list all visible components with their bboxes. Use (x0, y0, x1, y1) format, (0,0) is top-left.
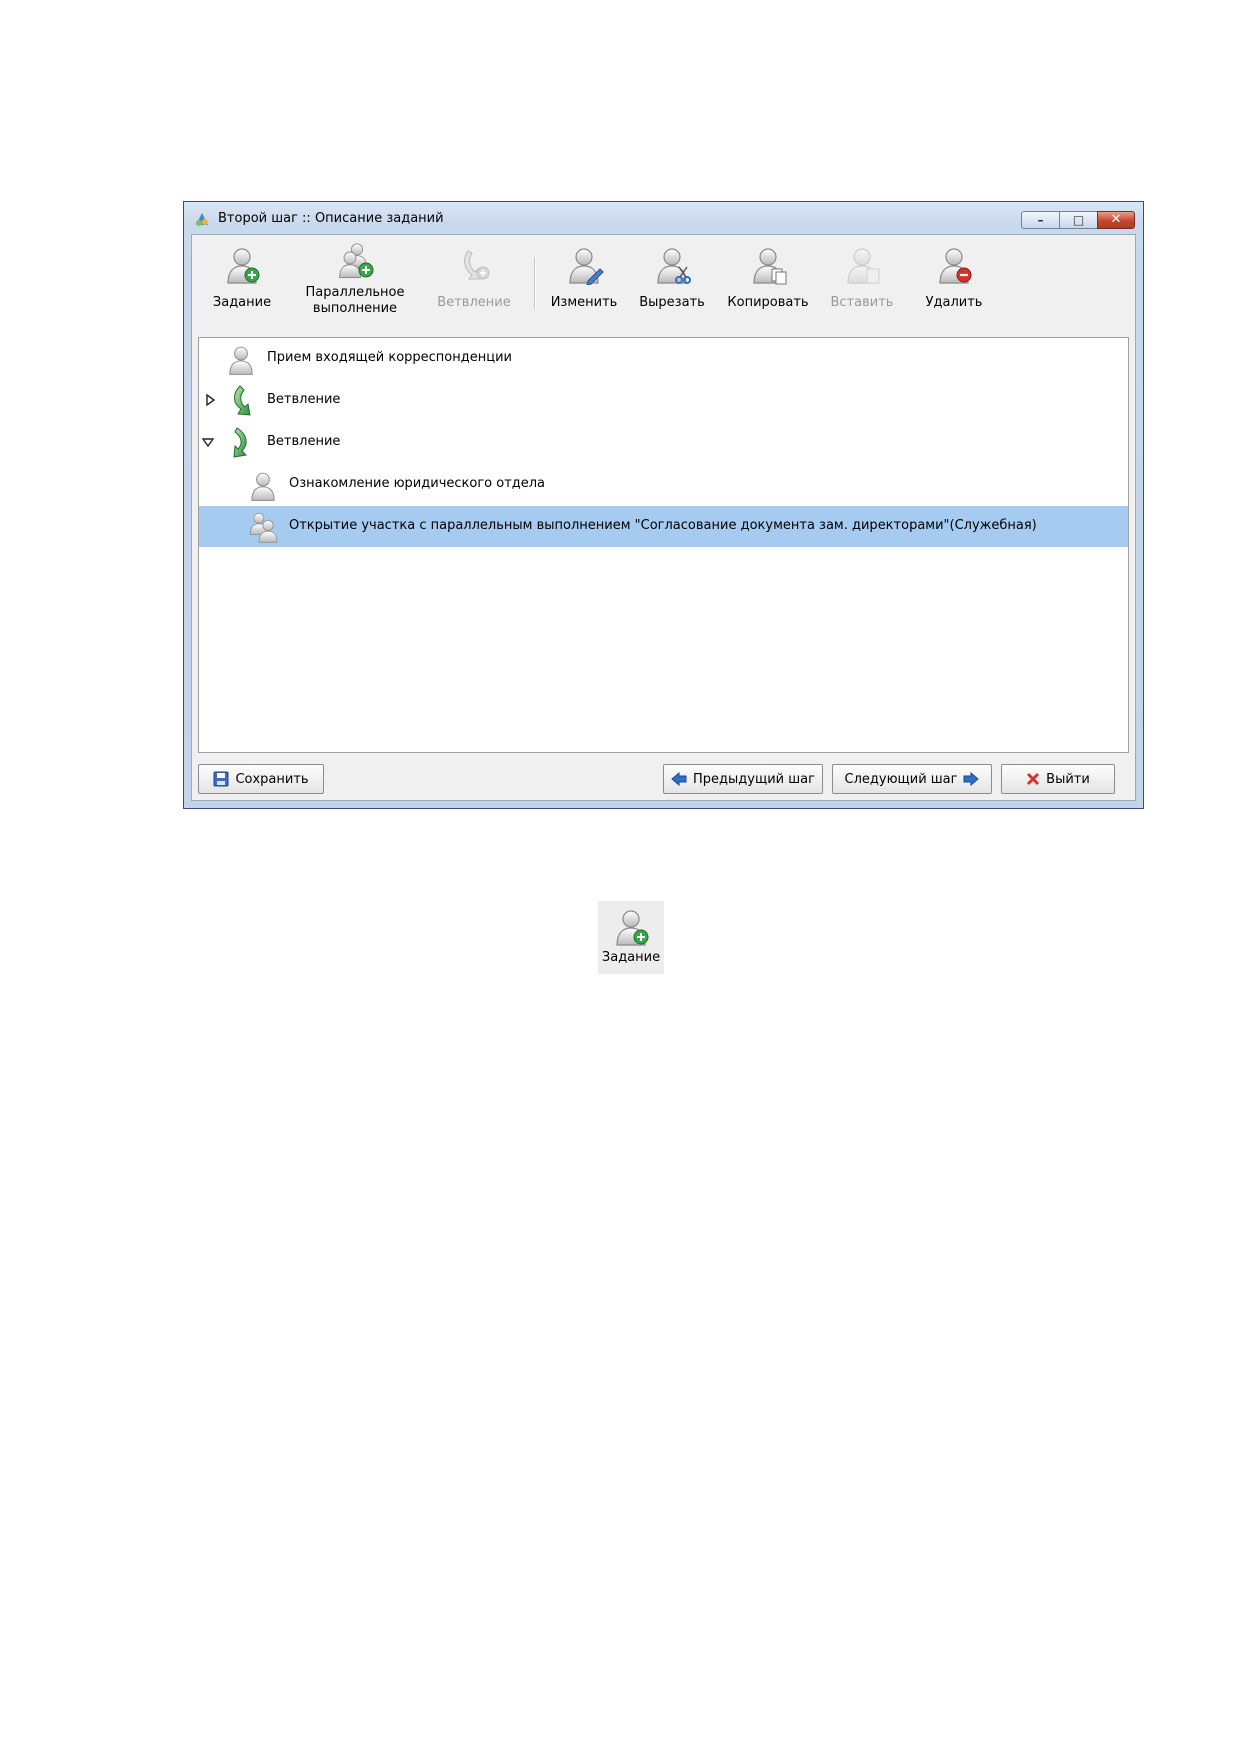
edit-button[interactable]: Изменить (546, 245, 622, 325)
next-step-button[interactable]: Следующий шаг (832, 764, 992, 794)
branch-icon (234, 385, 251, 416)
task-tree[interactable]: Прием входящей корреспонденции Ветвление (198, 337, 1129, 753)
previous-step-label: Предыдущий шаг (693, 771, 815, 787)
save-label: Сохранить (235, 771, 309, 787)
exit-label: Выйти (1046, 771, 1090, 787)
parallel-label-line2: выполнение (312, 301, 398, 316)
expand-arrow-icon[interactable] (204, 394, 216, 406)
maximize-icon: □ (1072, 213, 1085, 227)
title-bar[interactable]: Второй шаг :: Описание заданий – □ ✕ (184, 202, 1143, 235)
paste-label: Вставить (830, 295, 894, 310)
exit-button[interactable]: Выйти (1001, 764, 1115, 794)
maximize-button[interactable]: □ (1059, 211, 1097, 229)
tree-node-label: Ветвление (267, 392, 341, 407)
previous-step-button[interactable]: Предыдущий шаг (663, 764, 823, 794)
floppy-icon (213, 771, 229, 787)
parallel-label-line1: Параллельное (305, 285, 405, 300)
add-task-button-sample: Задание (598, 901, 664, 974)
tree-node-label: Прием входящей корреспонденции (267, 350, 512, 365)
branch-icon (233, 427, 248, 458)
arrow-left-icon (671, 772, 687, 786)
users-icon (249, 512, 278, 543)
delete-button[interactable]: Удалить (916, 245, 992, 325)
minimize-icon: – (1037, 213, 1044, 227)
tree-node[interactable]: Ознакомление юридического отдела (199, 464, 1128, 505)
edit-label: Изменить (550, 295, 618, 310)
close-x-icon (1026, 772, 1040, 786)
tree-node-label: Ознакомление юридического отдела (289, 476, 546, 491)
cut-icon (652, 245, 691, 284)
parallel-execution-button[interactable]: Параллельное выполнение (302, 241, 408, 321)
user-icon (247, 468, 279, 504)
app-icon (196, 213, 208, 226)
copy-button[interactable]: Копировать (720, 245, 816, 325)
close-icon: ✕ (1110, 212, 1122, 227)
edit-icon (564, 245, 604, 285)
window-title: Второй шаг :: Описание заданий (218, 211, 444, 226)
tree-node-label: Ветвление (267, 434, 341, 449)
toolbar: Задание Параллельное выполнение Ветвлени… (192, 235, 1135, 332)
delete-label: Удалить (925, 295, 983, 310)
arrow-right-icon (963, 772, 980, 786)
paste-disabled-icon (842, 245, 880, 285)
add-branch-button[interactable]: Ветвление (430, 245, 518, 325)
delete-icon (934, 245, 972, 285)
save-button[interactable]: Сохранить (198, 764, 324, 794)
minimize-button[interactable]: – (1021, 211, 1059, 229)
dialog-client-area: Задание Параллельное выполнение Ветвлени… (191, 234, 1136, 801)
collapse-arrow-icon[interactable] (202, 436, 214, 448)
add-task-icon (611, 907, 649, 947)
paste-button[interactable]: Вставить (824, 245, 900, 325)
copy-icon (748, 245, 787, 285)
button-bar: Сохранить Предыдущий шаг Следующий шаг В… (192, 759, 1135, 799)
window-controls: – □ ✕ (1021, 211, 1135, 231)
toolbar-separator (534, 257, 536, 309)
branch-disabled-icon (464, 250, 490, 280)
add-task-label: Задание (212, 295, 272, 310)
parallel-execution-icon (339, 243, 374, 278)
add-task-icon (222, 245, 260, 285)
dialog-window: Второй шаг :: Описание заданий – □ ✕ Зад… (183, 201, 1144, 809)
next-step-label: Следующий шаг (844, 771, 958, 787)
copy-label: Копировать (727, 295, 809, 310)
user-icon (225, 342, 257, 378)
tree-node-selected[interactable]: Открытие участка с параллельным выполнен… (199, 506, 1128, 547)
tree-node-label: Открытие участка с параллельным выполнен… (289, 518, 1037, 533)
close-button[interactable]: ✕ (1097, 211, 1135, 229)
add-task-button[interactable]: Задание (204, 245, 280, 325)
add-branch-label: Ветвление (437, 295, 511, 310)
tree-node[interactable]: Ветвление (199, 380, 1128, 421)
cut-label: Вырезать (639, 295, 705, 310)
tree-node[interactable]: Прием входящей корреспонденции (199, 338, 1128, 379)
add-task-sample-label: Задание (601, 950, 661, 965)
tree-node[interactable]: Ветвление (199, 422, 1128, 463)
cut-button[interactable]: Вырезать (632, 245, 712, 325)
